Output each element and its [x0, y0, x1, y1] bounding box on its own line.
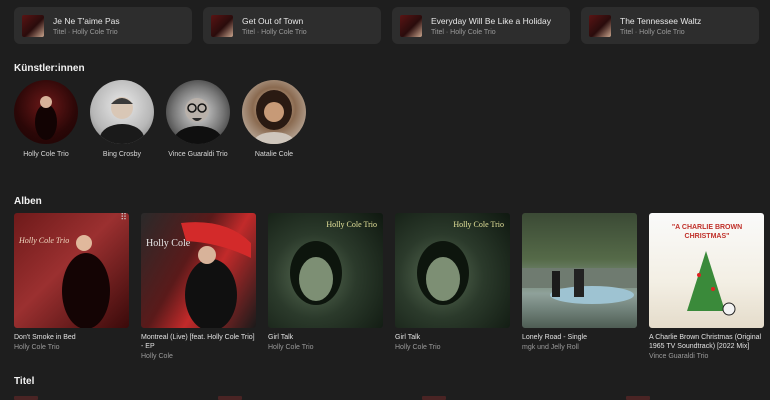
- album-cover: Holly Cole: [141, 213, 256, 328]
- album-cover: Holly Cole Trio: [268, 213, 383, 328]
- album-cover: ⠿ Holly Cole Trio: [14, 213, 129, 328]
- song-title: Get Out of Town: [242, 15, 304, 26]
- song-artwork: [218, 396, 242, 400]
- song-card[interactable]: Get Out of Town Titel · Holly Cole Trio: [203, 7, 381, 44]
- album-artist: Holly Cole Trio: [268, 344, 314, 351]
- album-item[interactable]: Lonely Road - Single mgk und Jelly Roll: [522, 213, 637, 361]
- album-title: Girl Talk: [395, 334, 421, 341]
- album-item[interactable]: Holly Cole Trio Girl Talk Holly Cole Tri…: [395, 213, 510, 361]
- album-cover: Holly Cole Trio: [395, 213, 510, 328]
- song-artwork: [626, 396, 650, 400]
- album-item[interactable]: Holly Cole Trio Girl Talk Holly Cole Tri…: [268, 213, 383, 361]
- song-subtitle: Titel · Holly Cole Trio: [242, 28, 307, 36]
- title-list-preview: [14, 396, 754, 400]
- titles-heading: Titel: [14, 376, 35, 387]
- song-subtitle: Titel · Holly Cole Trio: [53, 28, 118, 36]
- artist-name: Vince Guaraldi Trio: [168, 151, 228, 158]
- album-artist: mgk und Jelly Roll: [522, 344, 579, 351]
- album-title: Girl Talk: [268, 334, 294, 341]
- album-artist: Holly Cole Trio: [14, 344, 60, 351]
- album-artist: Holly Cole: [141, 353, 173, 360]
- album-cover: "A CHARLIE BROWN CHRISTMAS": [649, 213, 764, 328]
- song-subtitle: Titel · Holly Cole Trio: [620, 28, 685, 36]
- song-title: The Tennessee Waltz: [620, 15, 702, 26]
- song-title: Je Ne T'aime Pas: [53, 15, 120, 26]
- song-artwork: [14, 396, 38, 400]
- song-artwork: [22, 14, 44, 37]
- artist-item[interactable]: Vince Guaraldi Trio: [166, 80, 230, 158]
- song-artwork: [400, 14, 422, 37]
- albums-row: ⠿ Holly Cole Trio Don't Smoke in Bed Hol…: [14, 213, 764, 361]
- song-card[interactable]: Everyday Will Be Like a Holiday Titel · …: [392, 7, 570, 44]
- album-title: Montreal (Live) [feat. Holly Cole Trio] …: [141, 334, 255, 350]
- album-artist: Vince Guaraldi Trio: [649, 353, 709, 360]
- album-item[interactable]: ⠿ Holly Cole Trio Don't Smoke in Bed Hol…: [14, 213, 129, 361]
- song-artwork: [422, 396, 446, 400]
- song-artwork: [211, 14, 233, 37]
- albums-heading: Alben: [14, 196, 42, 207]
- album-item[interactable]: "A CHARLIE BROWN CHRISTMAS" A Charlie Br…: [649, 213, 764, 361]
- album-item[interactable]: Holly Cole Montreal (Live) [feat. Holly …: [141, 213, 256, 361]
- song-card[interactable]: Je Ne T'aime Pas Titel · Holly Cole Trio: [14, 7, 192, 44]
- album-title: Lonely Road - Single: [522, 334, 587, 341]
- album-artist: Holly Cole Trio: [395, 344, 441, 351]
- top-results-row: Je Ne T'aime Pas Titel · Holly Cole Trio…: [14, 7, 759, 44]
- artist-name: Bing Crosby: [102, 151, 142, 158]
- song-card[interactable]: The Tennessee Waltz Titel · Holly Cole T…: [581, 7, 759, 44]
- artists-row: Holly Cole Trio Bing Crosby Vince Guaral…: [14, 80, 306, 158]
- song-artwork: [589, 14, 611, 37]
- artist-photo: [90, 80, 154, 144]
- album-title: A Charlie Brown Christmas (Original 1965…: [649, 334, 762, 350]
- artist-photo: [14, 80, 78, 144]
- artist-item[interactable]: Holly Cole Trio: [14, 80, 78, 158]
- artists-heading: Künstler:innen: [14, 63, 85, 74]
- artist-item[interactable]: Natalie Cole: [242, 80, 306, 158]
- artist-name: Natalie Cole: [254, 151, 294, 158]
- song-title: Everyday Will Be Like a Holiday: [431, 15, 551, 26]
- artist-photo: [242, 80, 306, 144]
- artist-name: Holly Cole Trio: [23, 151, 69, 158]
- artist-item[interactable]: Bing Crosby: [90, 80, 154, 158]
- song-subtitle: Titel · Holly Cole Trio: [431, 28, 496, 36]
- album-cover: [522, 213, 637, 328]
- artist-photo: [166, 80, 230, 144]
- album-title: Don't Smoke in Bed: [14, 334, 76, 341]
